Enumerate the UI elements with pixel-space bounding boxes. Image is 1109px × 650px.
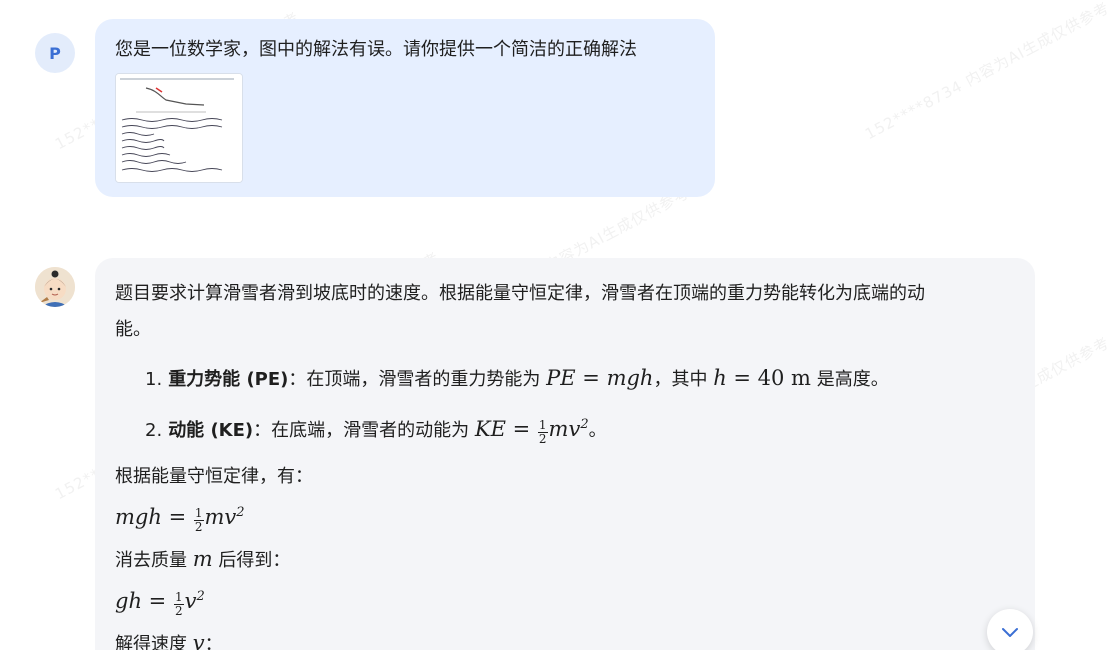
list-item: 2. 动能 (KE)：在底端，滑雪者的动能为 KE = 1 2 mv2。: [145, 417, 607, 446]
user-avatar: P: [35, 33, 75, 73]
watermark: 152****8734 内容为AI生成仅供参考: [862, 0, 1109, 144]
solve-line: 解得速度 v：: [115, 631, 223, 650]
chat-page: 152****8734 内容为AI生成仅供参考 152****8734 内容为A…: [0, 0, 1109, 650]
cancel-line: 消去质量 m 后得到：: [115, 547, 291, 571]
item-title: 动能 (KE): [168, 420, 254, 441]
formula-pe: PE = mgh: [546, 366, 654, 390]
assistant-avatar: [35, 267, 75, 307]
assistant-message-bubble: 题目要求计算滑雪者滑到坡底时的速度。根据能量守恒定律，滑雪者在顶端的重力势能转化…: [95, 258, 1035, 650]
user-message-bubble: 您是一位数学家，图中的解法有误。请你提供一个简洁的正确解法: [95, 19, 715, 197]
conservation-line: 根据能量守恒定律，有：: [115, 466, 313, 487]
formula-ke: KE = 1 2 mv2: [474, 417, 589, 446]
cartoon-avatar-icon: [35, 267, 75, 307]
worksheet-image: [116, 74, 242, 182]
intro-line-continued: 能。: [115, 319, 151, 340]
formula-height: h = 40 m: [713, 366, 811, 390]
equation-simplified: gh = 1 2 v2: [115, 589, 205, 618]
list-item: 1. 重力势能 (PE)：在顶端，滑雪者的重力势能为 PE = mgh，其中 h …: [145, 366, 889, 390]
item-title: 重力势能 (PE): [168, 369, 289, 390]
attached-image-thumbnail[interactable]: [115, 73, 243, 183]
energy-list: 1. 重力势能 (PE)：在顶端，滑雪者的重力势能为 PE = mgh，其中 h …: [115, 356, 1015, 453]
intro-line: 题目要求计算滑雪者滑到坡底时的速度。根据能量守恒定律，滑雪者在顶端的重力势能转化…: [115, 283, 925, 304]
equation-energy: mgh = 1 2 mv2: [115, 505, 245, 534]
scroll-down-button[interactable]: [987, 609, 1033, 650]
chevron-down-icon: [1002, 628, 1018, 637]
user-message-text: 您是一位数学家，图中的解法有误。请你提供一个简洁的正确解法: [115, 39, 637, 60]
